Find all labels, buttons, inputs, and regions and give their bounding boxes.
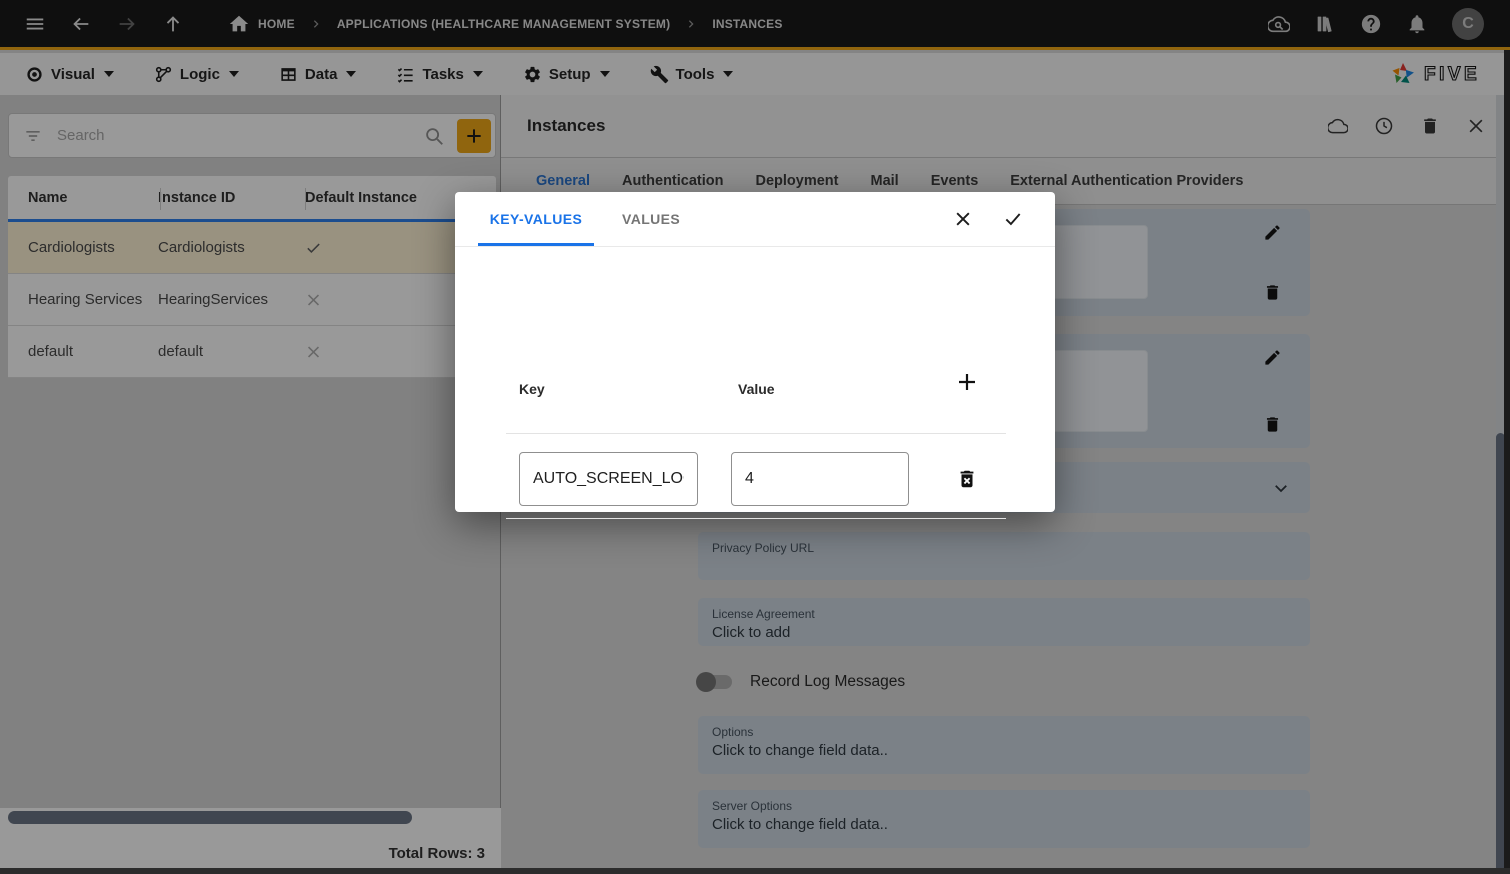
key-column-label: Key bbox=[519, 381, 545, 397]
key-input[interactable] bbox=[519, 452, 698, 506]
tab-key-values[interactable]: KEY-VALUES bbox=[478, 192, 594, 246]
value-column-label: Value bbox=[738, 381, 775, 397]
key-values-dialog: KEY-VALUES VALUES Key Value bbox=[455, 192, 1055, 512]
delete-row-icon[interactable] bbox=[956, 468, 978, 490]
tab-values[interactable]: VALUES bbox=[614, 192, 688, 246]
dialog-header: KEY-VALUES VALUES bbox=[455, 192, 1055, 247]
cancel-icon[interactable] bbox=[953, 209, 973, 229]
value-input[interactable] bbox=[731, 452, 909, 506]
confirm-check-icon[interactable] bbox=[1003, 209, 1023, 229]
divider bbox=[506, 518, 1006, 519]
divider bbox=[506, 433, 1006, 434]
add-row-icon[interactable] bbox=[955, 370, 979, 394]
dialog-body: Key Value bbox=[455, 247, 1055, 511]
